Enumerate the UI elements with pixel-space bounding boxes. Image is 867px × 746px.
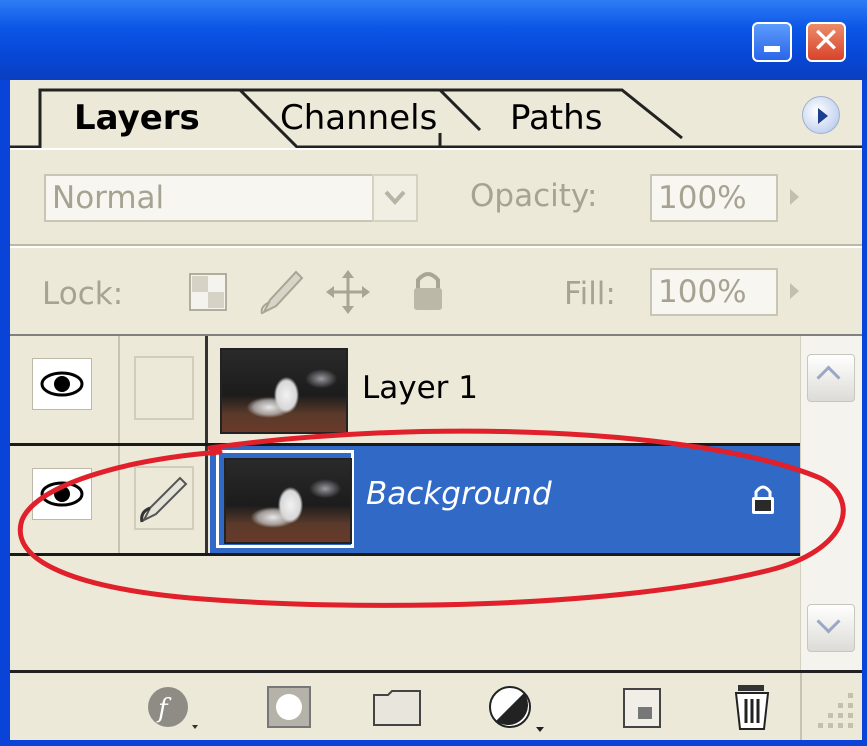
link-cell[interactable] [120, 446, 208, 553]
lock-all-padlock-icon[interactable] [408, 268, 448, 314]
blend-mode-dropdown-button[interactable] [372, 174, 418, 222]
tab-strip: Layers Channels Paths [10, 80, 862, 148]
layers-list: Layer 1 Background [10, 336, 862, 670]
layers-panel: Layers Channels Paths Normal Opacity: 10… [10, 80, 862, 740]
scroll-up-button[interactable] [807, 354, 855, 402]
visibility-cell[interactable] [10, 336, 120, 443]
resize-grip[interactable] [800, 673, 862, 740]
lock-position-move-icon[interactable] [324, 268, 372, 316]
opacity-field[interactable]: 100% [650, 174, 778, 222]
chevron-down-icon [384, 190, 406, 205]
link-box [134, 466, 194, 530]
layer-lock-icon [752, 485, 774, 514]
tab-layers[interactable]: Layers [74, 98, 200, 138]
fill-label: Fill: [564, 276, 616, 312]
layer-name[interactable]: Layer 1 [362, 370, 478, 406]
fill-slider-arrow[interactable] [782, 270, 808, 314]
palette-menu-button[interactable] [802, 96, 840, 134]
layer-thumbnail[interactable] [224, 458, 352, 544]
lock-fill-row: Lock: Fill: 100% [10, 246, 862, 336]
opacity-slider-arrow[interactable] [782, 176, 808, 220]
scroll-down-button[interactable] [807, 604, 855, 652]
close-icon: ✕ [811, 21, 841, 61]
link-cell[interactable] [120, 336, 208, 443]
layer-style-icon[interactable]: f [144, 681, 204, 733]
tab-paths[interactable]: Paths [510, 98, 602, 138]
new-layer-icon[interactable] [618, 681, 666, 733]
layer-row-background[interactable]: Background [10, 446, 800, 556]
title-bar[interactable]: ✕ [0, 0, 867, 80]
adjustment-layer-icon[interactable] [486, 681, 550, 737]
tab-channels[interactable]: Channels [280, 98, 437, 138]
close-button[interactable]: ✕ [806, 22, 846, 62]
fill-field[interactable]: 100% [650, 268, 778, 316]
link-box [134, 356, 194, 420]
new-group-icon[interactable] [370, 681, 426, 733]
lock-image-brush-icon[interactable] [256, 266, 306, 318]
bottom-toolbar: f [10, 670, 862, 740]
lock-label: Lock: [42, 276, 124, 312]
lock-transparent-icon[interactable] [188, 272, 228, 312]
eye-icon[interactable] [32, 468, 92, 520]
visibility-cell[interactable] [10, 446, 120, 553]
blend-mode-select[interactable]: Normal [44, 174, 374, 222]
layers-palette-window: ✕ Layers Channels Paths Normal Opacity: … [0, 0, 867, 746]
minimize-button[interactable] [752, 22, 792, 62]
brush-icon [140, 476, 188, 523]
layer-row-layer-1[interactable]: Layer 1 [10, 336, 800, 446]
layer-name[interactable]: Background [366, 476, 552, 512]
opacity-label: Opacity: [470, 178, 598, 214]
delete-layer-icon[interactable] [728, 681, 778, 735]
layers-scrollbar[interactable] [800, 336, 862, 670]
layer-mask-icon[interactable] [264, 681, 316, 733]
resize-grip-icon [818, 693, 853, 728]
blend-opacity-row: Normal Opacity: 100% [10, 148, 862, 246]
layer-thumbnail[interactable] [220, 348, 348, 434]
eye-icon[interactable] [32, 358, 92, 410]
